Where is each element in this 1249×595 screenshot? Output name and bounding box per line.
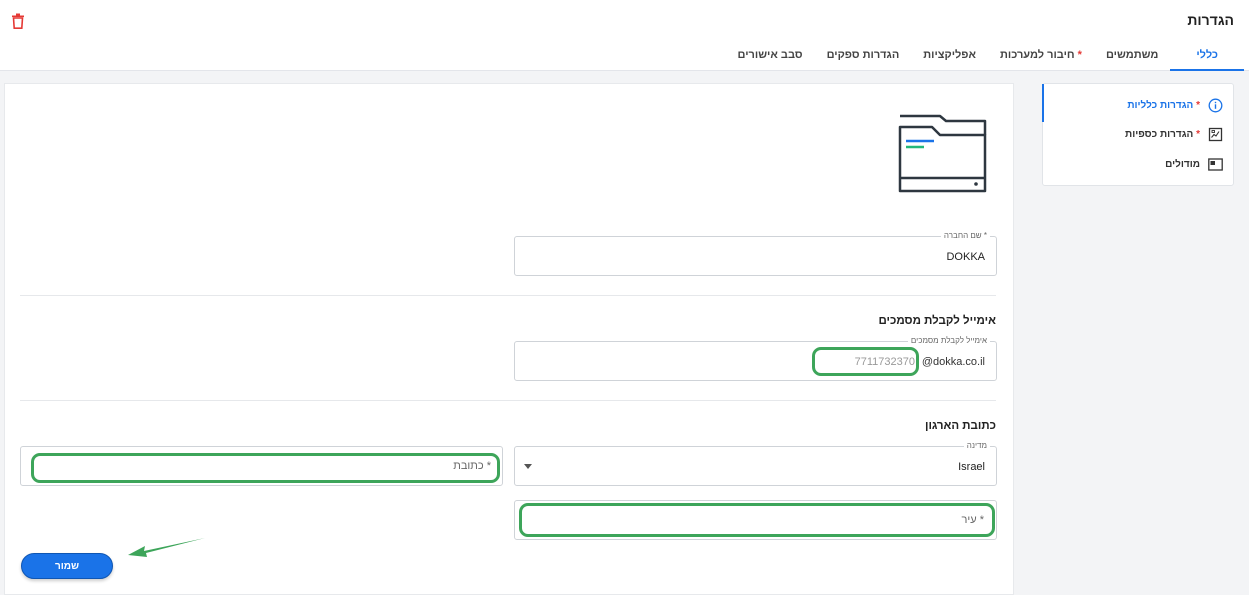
address-section-title: כתובת הארגון bbox=[924, 420, 996, 432]
save-button[interactable]: שמור bbox=[21, 553, 113, 579]
tab-users[interactable]: משתמשים bbox=[1094, 42, 1170, 71]
folder-icon bbox=[898, 114, 987, 193]
modules-icon bbox=[1208, 158, 1223, 171]
page-header: הגדרות כללי משתמשים חיבור למערכות * אפלי… bbox=[0, 0, 1249, 71]
address-highlight-annotation bbox=[31, 453, 500, 483]
country-value: Israel bbox=[958, 461, 985, 473]
country-select[interactable]: מדינה Israel bbox=[514, 441, 997, 486]
divider bbox=[20, 295, 996, 296]
tab-vendor-settings[interactable]: הגדרות ספקים bbox=[815, 42, 912, 71]
finance-icon bbox=[1208, 127, 1223, 142]
settings-sidebar: הגדרות כלליות * הגדרות כספיות * מודולים bbox=[1042, 83, 1234, 186]
email-field-label: אימייל לקבלת מסמכים bbox=[907, 336, 990, 345]
tab-bar: כללי משתמשים חיבור למערכות * אפליקציות ה… bbox=[726, 42, 1249, 71]
sidebar-item-label: הגדרות כלליות * bbox=[1127, 100, 1200, 111]
divider bbox=[20, 400, 996, 401]
page-title: הגדרות bbox=[1187, 12, 1234, 28]
city-highlight-annotation bbox=[519, 503, 995, 537]
country-label: מדינה bbox=[963, 441, 990, 450]
company-name-label: שם החברה * bbox=[940, 231, 990, 240]
company-name-field[interactable]: שם החברה * DOKKA bbox=[514, 231, 997, 276]
info-icon bbox=[1208, 98, 1223, 113]
company-name-value: DOKKA bbox=[946, 251, 985, 263]
sidebar-item-label: מודולים bbox=[1165, 159, 1200, 170]
tab-approval-flow[interactable]: סבב אישורים bbox=[726, 42, 815, 71]
chevron-down-icon[interactable] bbox=[524, 464, 532, 469]
email-section-title: אימייל לקבלת מסמכים bbox=[878, 315, 996, 327]
tab-general[interactable]: כללי bbox=[1170, 42, 1244, 71]
sidebar-item-modules[interactable]: מודולים bbox=[1043, 151, 1233, 179]
email-domain-suffix: @dokka.co.il bbox=[921, 356, 985, 368]
tab-system-connections[interactable]: חיבור למערכות * bbox=[988, 42, 1094, 71]
sidebar-item-label: הגדרות כספיות * bbox=[1125, 129, 1200, 140]
sidebar-item-general-settings[interactable]: הגדרות כלליות * bbox=[1042, 84, 1233, 122]
arrow-annotation bbox=[128, 538, 205, 557]
sidebar-item-finance-settings[interactable]: הגדרות כספיות * bbox=[1043, 121, 1233, 149]
tab-applications[interactable]: אפליקציות bbox=[911, 42, 988, 71]
email-highlight-annotation bbox=[812, 347, 919, 376]
email-field[interactable]: אימייל לקבלת מסמכים @dokka.co.il 7711732… bbox=[514, 336, 997, 381]
trash-icon[interactable] bbox=[11, 13, 25, 29]
